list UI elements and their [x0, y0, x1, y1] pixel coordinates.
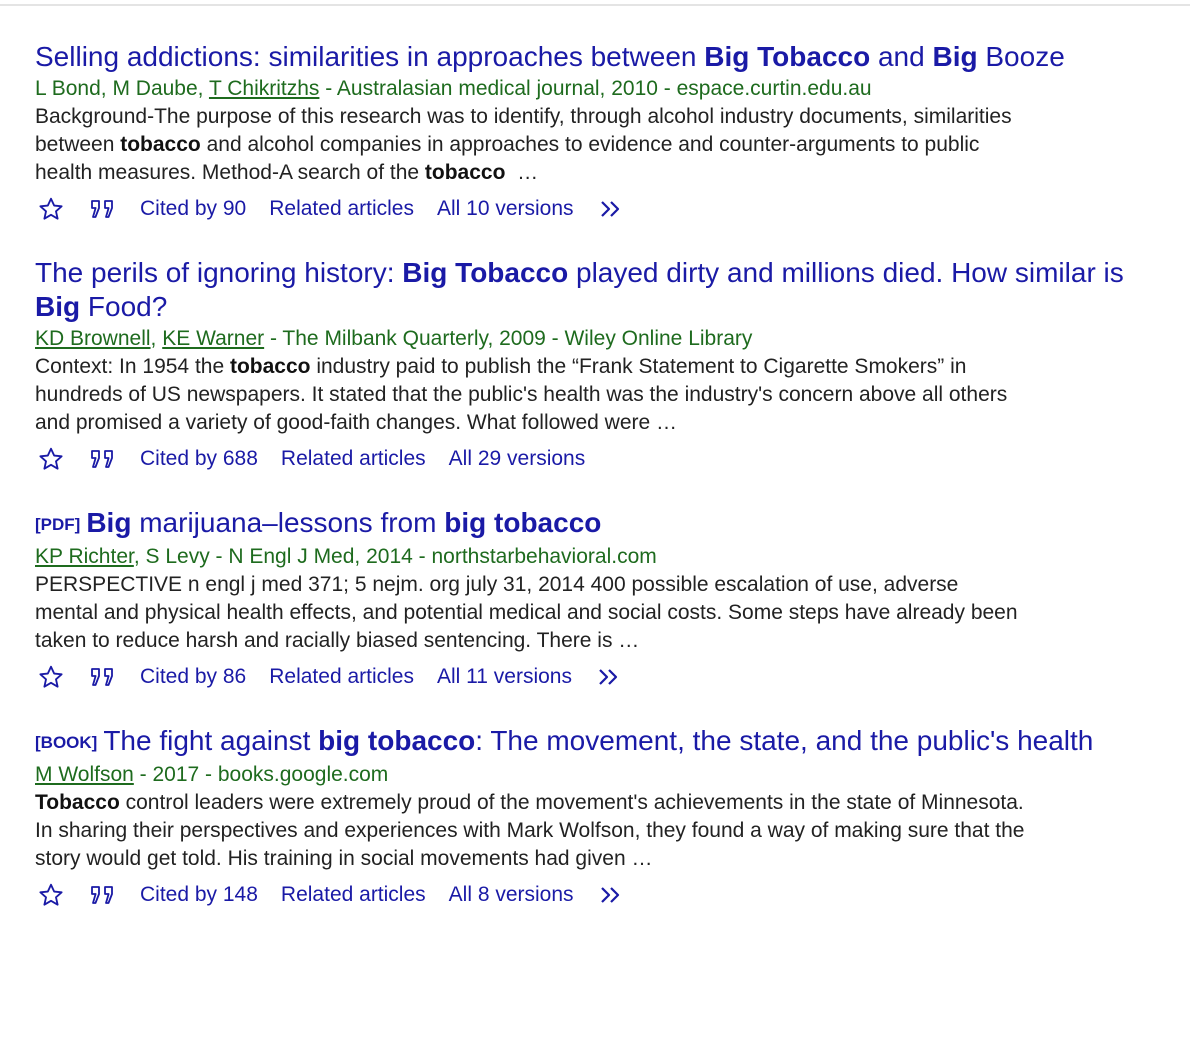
star-icon[interactable] [36, 882, 66, 908]
snippet-highlight: Tobacco [35, 791, 120, 814]
result-meta: L Bond, M Daube, T Chikritzhs - Australa… [35, 75, 1155, 103]
title-text: and [870, 41, 933, 72]
snippet-highlight: tobacco [120, 133, 201, 156]
snippet-highlight: tobacco [229, 355, 311, 378]
snippet-text: PERSPECTIVE n engl j med 371; 5 nejm. or… [35, 573, 1018, 652]
result-snippet: Background-The purpose of this research … [35, 103, 1025, 187]
title-highlight: Big Tobacco [704, 41, 871, 72]
result-title-link[interactable]: The perils of ignoring history: Big Toba… [35, 256, 1125, 324]
title-highlight: big tobacco [318, 725, 476, 756]
quote-icon[interactable] [88, 666, 118, 688]
author-link[interactable]: KP Richter [35, 545, 134, 568]
source-text: - Australasian medical journal, 2010 - e… [319, 77, 872, 100]
result-actions: Cited by 86 Related articles All 11 vers… [35, 660, 1155, 694]
related-articles-link[interactable]: Related articles [281, 447, 426, 471]
book-tag: [BOOK] [35, 733, 98, 752]
all-versions-link[interactable]: All 8 versions [449, 883, 574, 907]
title-text: Selling addictions: similarities in appr… [35, 41, 705, 72]
result-item: Selling addictions: similarities in appr… [35, 40, 1155, 226]
author-link[interactable]: KE Warner [162, 327, 264, 350]
title-highlight: Big [35, 291, 81, 322]
cited-by-link[interactable]: Cited by 90 [140, 197, 246, 221]
snippet-text: control leaders were extremely proud of … [35, 791, 1025, 870]
quote-icon[interactable] [88, 198, 118, 220]
title-text: marijuana–lessons from [131, 507, 445, 538]
source-text: - 2017 - books.google.com [133, 763, 389, 786]
title-text: The fight against [103, 725, 319, 756]
all-versions-link[interactable]: All 11 versions [437, 665, 572, 689]
result-actions: Cited by 688 Related articles All 29 ver… [35, 442, 1155, 476]
results-list: Selling addictions: similarities in appr… [35, 40, 1155, 912]
double-chevron-right-icon[interactable] [595, 666, 625, 688]
result-item: [BOOK] The fight against big tobacco: The… [35, 724, 1155, 912]
author-separator: , [150, 327, 163, 350]
result-title-link[interactable]: Selling addictions: similarities in appr… [35, 40, 1125, 74]
author-link[interactable]: M Wolfson [35, 763, 134, 786]
double-chevron-right-icon[interactable] [597, 884, 627, 906]
cited-by-link[interactable]: Cited by 688 [140, 447, 258, 471]
star-icon[interactable] [36, 664, 66, 690]
result-snippet: Tobacco control leaders were extremely p… [35, 789, 1025, 873]
title-highlight: big tobacco [444, 507, 602, 538]
related-articles-link[interactable]: Related articles [269, 197, 414, 221]
cited-by-link[interactable]: Cited by 86 [140, 665, 246, 689]
result-item: The perils of ignoring history: Big Toba… [35, 256, 1155, 476]
result-actions: Cited by 90 Related articles All 10 vers… [35, 192, 1155, 226]
result-item: [PDF] Big marijuana–lessons from big toba… [35, 506, 1155, 694]
star-icon[interactable] [36, 446, 66, 472]
result-title-link[interactable]: [PDF] Big marijuana–lessons from big toba… [35, 506, 1125, 542]
all-versions-link[interactable]: All 29 versions [449, 447, 586, 471]
quote-icon[interactable] [88, 448, 118, 470]
result-meta: KD Brownell, KE Warner - The Milbank Qua… [35, 325, 1155, 353]
authors-text: , S Levy [133, 545, 210, 568]
author-link[interactable]: KD Brownell [35, 327, 151, 350]
result-meta: KP Richter, S Levy - N Engl J Med, 2014 … [35, 543, 1155, 571]
result-actions: Cited by 148 Related articles All 8 vers… [35, 878, 1155, 912]
related-articles-link[interactable]: Related articles [281, 883, 426, 907]
star-icon[interactable] [36, 196, 66, 222]
source-text: - N Engl J Med, 2014 - northstarbehavior… [209, 545, 657, 568]
result-title-link[interactable]: [BOOK] The fight against big tobacco: The… [35, 724, 1125, 760]
snippet-text: Context: In 1954 the [35, 355, 230, 378]
title-text: Food? [80, 291, 168, 322]
snippet-highlight: tobacco [424, 161, 506, 184]
authors-text: L Bond, M Daube, [35, 77, 209, 100]
cited-by-link[interactable]: Cited by 148 [140, 883, 258, 907]
top-divider [0, 4, 1190, 6]
author-link[interactable]: T Chikritzhs [209, 77, 319, 100]
double-chevron-right-icon[interactable] [597, 198, 627, 220]
title-highlight: Big [86, 507, 132, 538]
result-snippet: PERSPECTIVE n engl j med 371; 5 nejm. or… [35, 571, 1025, 655]
title-text: The perils of ignoring history: [35, 257, 403, 288]
source-text: - The Milbank Quarterly, 2009 - Wiley On… [264, 327, 753, 350]
snippet-text: … [505, 161, 539, 184]
related-articles-link[interactable]: Related articles [269, 665, 414, 689]
title-highlight: Big Tobacco [402, 257, 569, 288]
title-highlight: Big [932, 41, 978, 72]
quote-icon[interactable] [88, 884, 118, 906]
result-snippet: Context: In 1954 the tobacco industry pa… [35, 353, 1025, 437]
title-text: : The movement, the state, and the publi… [475, 725, 1094, 756]
title-text: Booze [977, 41, 1065, 72]
result-meta: M Wolfson - 2017 - books.google.com [35, 761, 1155, 789]
all-versions-link[interactable]: All 10 versions [437, 197, 574, 221]
title-text: played dirty and millions died. How simi… [568, 257, 1124, 288]
pdf-tag: [PDF] [35, 515, 81, 534]
